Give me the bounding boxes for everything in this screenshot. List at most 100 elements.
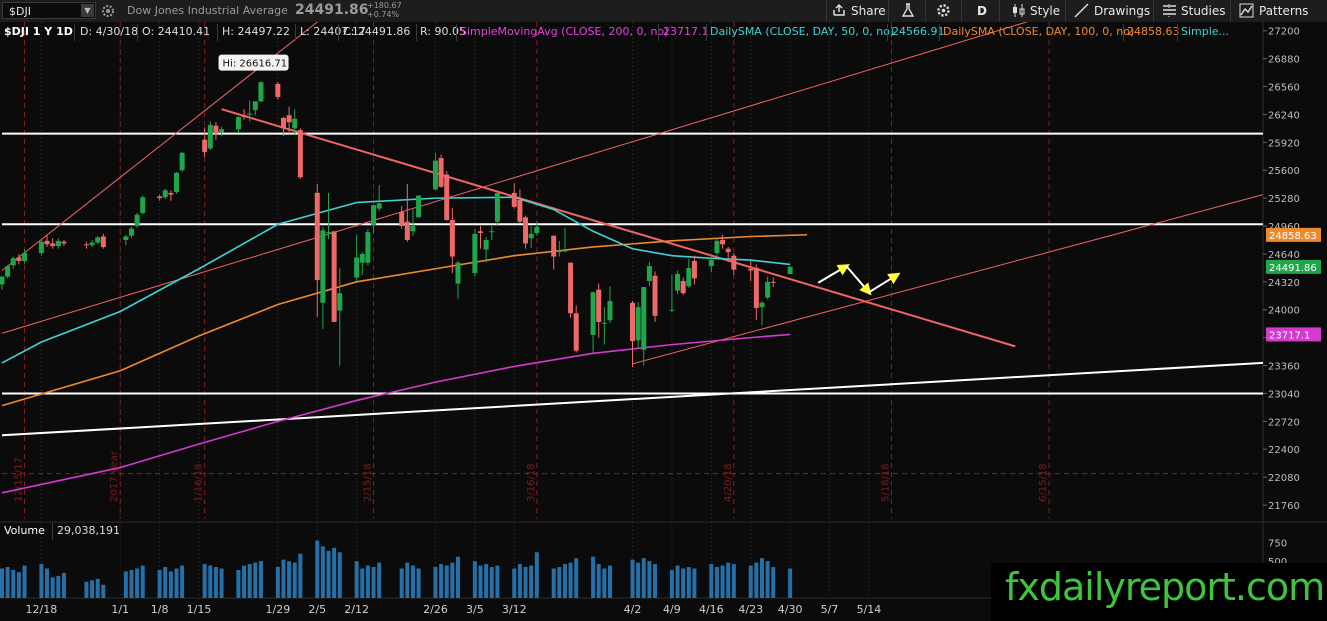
date-marker-label: 2017 year xyxy=(109,450,120,502)
candle-body xyxy=(337,293,343,311)
volume-bar xyxy=(405,562,410,598)
candle-body xyxy=(573,313,579,351)
candle-body xyxy=(691,260,697,279)
style-button[interactable]: Style xyxy=(999,0,1065,22)
sma50-label[interactable]: DailySMA (CLOSE, DAY, 50, 0, no) xyxy=(710,25,894,38)
volume-bar xyxy=(439,564,444,598)
candle xyxy=(275,82,281,100)
volume-bar xyxy=(281,559,286,598)
candle-body xyxy=(534,226,540,234)
watermark-banner: fxdailyreport.com xyxy=(991,563,1327,621)
candle-body xyxy=(714,240,720,254)
volume-bar xyxy=(574,558,579,598)
date-marker-label: 12/15/17 xyxy=(14,457,25,502)
volume-bar xyxy=(84,581,89,598)
candle-body xyxy=(562,250,568,252)
date-marker-label: 6/15/18 xyxy=(1038,463,1049,502)
candle-body xyxy=(483,239,489,250)
y-tick-label: 22080 xyxy=(1268,473,1300,484)
candle-body xyxy=(140,197,146,213)
price-change: +180.67 +0.74% xyxy=(367,1,402,19)
candle-body xyxy=(770,281,776,283)
candle-body xyxy=(207,124,213,149)
candle-body xyxy=(517,199,523,222)
symbol-dropdown-icon[interactable]: ▼ xyxy=(81,4,94,17)
candle-body xyxy=(202,139,208,152)
sma100-value: 24858.63 xyxy=(1127,25,1180,38)
volume-bar xyxy=(788,568,793,598)
symbol-input[interactable]: $DJI ▼ xyxy=(2,2,96,19)
studies-button[interactable]: Studies xyxy=(1153,0,1230,22)
drawings-button[interactable]: Drawings xyxy=(1065,0,1153,22)
price-chart[interactable]: 12/18 1/1 1/8 1/15 1/29 2/5 2/12 2/26 3/5 3/12 4/2… xyxy=(0,22,1327,621)
y-tick-label: 24320 xyxy=(1268,278,1300,289)
sma200-label[interactable]: SimpleMovingAvg (CLOSE, 200, 0, no) xyxy=(460,25,668,38)
y-tick-label: 24000 xyxy=(1268,306,1300,317)
candle-body xyxy=(123,236,129,240)
candle-body xyxy=(444,174,450,220)
candle-body xyxy=(55,240,61,247)
volume-bar xyxy=(61,572,66,598)
volume-bar xyxy=(450,562,455,598)
sma100-label[interactable]: DailySMA (CLOSE, DAY, 100, 0, no) xyxy=(943,25,1134,38)
volume-bar xyxy=(202,564,207,598)
candle-body xyxy=(365,232,371,263)
studies-label: Studies xyxy=(1181,4,1226,18)
volume-bar xyxy=(410,565,415,598)
candle xyxy=(416,195,422,218)
volume-bar xyxy=(101,584,106,598)
candle-body xyxy=(168,192,174,195)
candle-body xyxy=(511,192,517,207)
volume-bar xyxy=(0,568,4,598)
y-tick-label: 25920 xyxy=(1268,138,1300,149)
share-button[interactable]: Share xyxy=(826,0,888,22)
candle-body xyxy=(359,253,365,263)
candle-body xyxy=(50,243,56,247)
candle-body xyxy=(630,302,635,342)
settings-button[interactable] xyxy=(925,0,961,22)
candle-body xyxy=(371,205,377,226)
volume-bar xyxy=(337,552,342,598)
candle-body xyxy=(22,253,28,261)
volume-bar xyxy=(529,565,534,598)
settings-gear-icon[interactable] xyxy=(101,4,115,18)
candle-body xyxy=(472,233,478,274)
candle-body xyxy=(432,160,438,190)
candle xyxy=(675,270,681,295)
candle xyxy=(438,154,444,188)
candle-body xyxy=(731,255,737,270)
candle-body xyxy=(652,275,658,316)
candle-body xyxy=(95,237,101,243)
volume-bar xyxy=(11,569,16,598)
volume-bar xyxy=(568,562,573,598)
volume-axis-label: 750 xyxy=(1268,539,1287,550)
x-tick-label: 12/18 xyxy=(26,603,58,616)
price-change-percent: +0.74% xyxy=(367,10,400,19)
candle-body xyxy=(157,196,163,199)
candle-body xyxy=(314,192,320,281)
volume-bar xyxy=(219,568,224,598)
candle-body xyxy=(765,281,771,298)
candle xyxy=(787,266,793,275)
volume-bar xyxy=(641,558,646,598)
more-studies-label[interactable]: Simple... xyxy=(1181,25,1229,38)
candle xyxy=(258,81,264,103)
volume-bar xyxy=(298,553,303,598)
volume-bar xyxy=(50,577,55,598)
candle-body xyxy=(83,244,89,246)
candle xyxy=(5,265,11,279)
period-button[interactable]: D xyxy=(961,0,999,22)
patterns-button[interactable]: Patterns xyxy=(1230,0,1327,22)
flask-button[interactable] xyxy=(888,0,925,22)
volume-bar xyxy=(95,578,100,598)
candle xyxy=(297,128,303,179)
volume-bar xyxy=(157,569,162,598)
x-tick-label: 4/23 xyxy=(738,603,763,616)
candle-body xyxy=(235,117,241,130)
sma50-value: 24566.91 xyxy=(892,25,945,38)
volume-bar xyxy=(647,561,652,598)
candle-body xyxy=(720,239,726,245)
x-tick-label: 1/1 xyxy=(111,603,129,616)
volume-bar xyxy=(315,540,320,598)
y-tick-label: 22720 xyxy=(1268,417,1300,428)
